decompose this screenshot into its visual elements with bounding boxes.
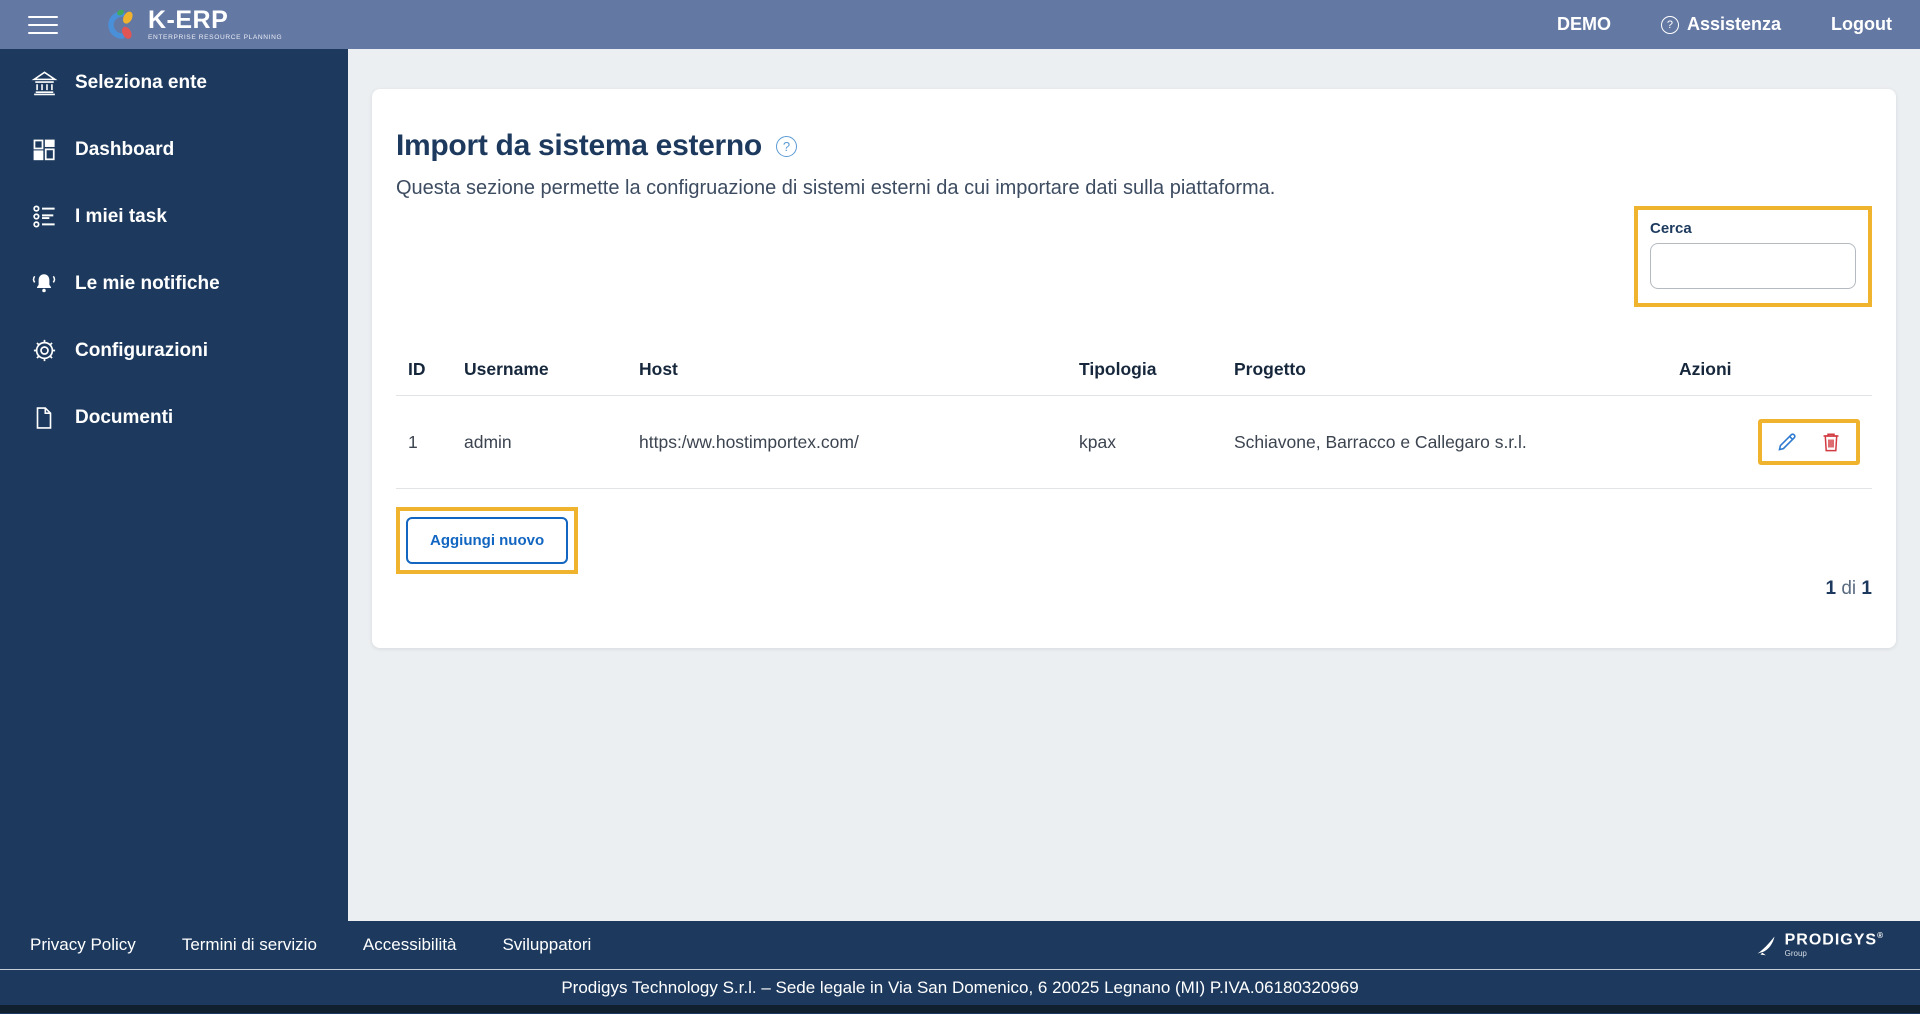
cell-progetto: Schiavone, Barracco e Callegaro s.r.l.	[1222, 395, 1667, 489]
sidebar-item-label: Seleziona ente	[75, 71, 207, 93]
kerp-logo-icon	[104, 7, 140, 43]
document-icon	[30, 404, 58, 432]
pagination-separator: di	[1841, 578, 1857, 599]
search-highlight-box: Cerca	[1634, 206, 1872, 307]
cell-id: 1	[396, 395, 452, 489]
main-content: Import da sistema esterno ? Questa sezio…	[348, 49, 1920, 921]
sidebar-item-label: Configurazioni	[75, 339, 208, 361]
sidebar-item-configurazioni[interactable]: Configurazioni	[0, 317, 348, 384]
search-input[interactable]	[1650, 243, 1856, 289]
page-subtitle: Questa sezione permette la configruazion…	[396, 177, 1276, 199]
header-tipologia: Tipologia	[1067, 359, 1222, 396]
sidebar-item-seleziona-ente[interactable]: Seleziona ente	[0, 49, 348, 116]
cell-host: https:/ww.hostimportex.com/	[627, 395, 1067, 489]
import-table: ID Username Host Tipologia Progetto Azio…	[396, 359, 1872, 489]
app-logo: K-ERP ENTERPRISE RESOURCE PLANNING	[104, 7, 282, 43]
prodigys-name: PRODIGYS	[1784, 931, 1878, 949]
topbar: K-ERP ENTERPRISE RESOURCE PLANNING DEMO …	[0, 0, 1920, 49]
edit-pencil-icon[interactable]	[1775, 430, 1799, 454]
pagination-current: 1	[1825, 578, 1837, 599]
sidebar-item-label: I miei task	[75, 205, 167, 227]
actions-highlight-box	[1758, 419, 1860, 465]
pagination: 1 di 1	[396, 578, 1872, 600]
add-new-button[interactable]: Aggiungi nuovo	[406, 517, 569, 564]
dashboard-icon	[30, 136, 58, 164]
prodigys-bird-icon	[1754, 933, 1778, 957]
table-row: 1 admin https:/ww.hostimportex.com/ kpax…	[396, 395, 1872, 489]
page-title: Import da sistema esterno	[396, 129, 762, 162]
sidebar-item-documenti[interactable]: Documenti	[0, 384, 348, 451]
header-progetto: Progetto	[1222, 359, 1667, 396]
title-help-icon[interactable]: ?	[775, 135, 797, 157]
header-id: ID	[396, 359, 452, 396]
footer-link-accessibilita[interactable]: Accessibilità	[363, 935, 457, 955]
footer-link-termini-di-servizio[interactable]: Termini di servizio	[182, 935, 317, 955]
sidebar-item-i-miei-task[interactable]: I miei task	[0, 183, 348, 250]
import-card: Import da sistema esterno ? Questa sezio…	[372, 89, 1896, 648]
pagination-total: 1	[1861, 578, 1872, 599]
brand-tagline: ENTERPRISE RESOURCE PLANNING	[148, 33, 283, 41]
bell-icon	[30, 270, 58, 298]
sidebar-item-le-mie-notifiche[interactable]: Le mie notifiche	[0, 250, 348, 317]
footer: Privacy Policy Termini di servizio Acces…	[0, 921, 1920, 1014]
footer-edge	[0, 1005, 1920, 1013]
hamburger-menu-icon[interactable]	[28, 15, 58, 34]
bank-icon	[30, 69, 58, 97]
header-username: Username	[452, 359, 627, 396]
cell-username: admin	[452, 395, 627, 489]
search-label: Cerca	[1650, 220, 1692, 237]
footer-link-sviluppatori[interactable]: Sviluppatori	[502, 935, 591, 955]
header-azioni: Azioni	[1667, 359, 1872, 396]
brand-name: K-ERP	[148, 5, 229, 34]
logout-button[interactable]: Logout	[1831, 14, 1892, 35]
user-menu[interactable]: DEMO	[1557, 14, 1611, 35]
prodigys-logo: PRODIGYS® Group	[1754, 930, 1890, 959]
assistance-button[interactable]: ? Assistenza	[1660, 14, 1782, 35]
gear-icon	[30, 337, 58, 365]
sidebar: Seleziona ente Dashboard I miei task Le …	[0, 49, 348, 921]
sidebar-item-label: Dashboard	[75, 138, 175, 160]
sidebar-item-label: Documenti	[75, 406, 174, 428]
sidebar-item-dashboard[interactable]: Dashboard	[0, 116, 348, 183]
table-header-row: ID Username Host Tipologia Progetto Azio…	[396, 359, 1872, 396]
header-host: Host	[627, 359, 1067, 396]
registered-mark: ®	[1877, 930, 1884, 940]
copyright-text: Prodigys Technology S.r.l. – Sede legale…	[561, 977, 1359, 997]
tasks-icon	[30, 203, 58, 231]
prodigys-group-label: Group	[1784, 949, 1807, 959]
help-icon: ?	[1660, 15, 1679, 34]
assistance-label: Assistenza	[1686, 14, 1782, 34]
delete-trash-icon[interactable]	[1819, 430, 1843, 454]
sidebar-item-label: Le mie notifiche	[75, 272, 220, 294]
cell-tipologia: kpax	[1067, 395, 1222, 489]
add-highlight-box: Aggiungi nuovo	[396, 507, 579, 574]
footer-link-privacy-policy[interactable]: Privacy Policy	[30, 935, 136, 955]
